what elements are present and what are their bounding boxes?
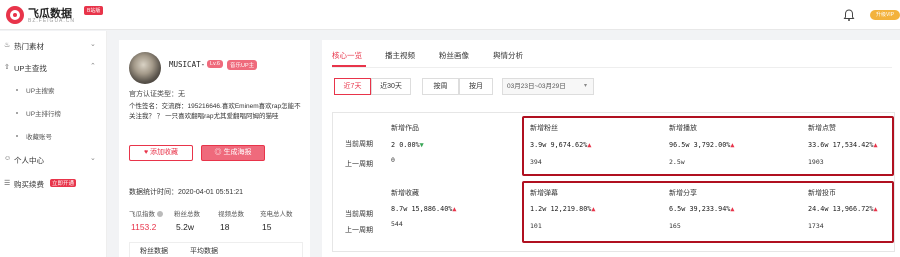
range-7days-button[interactable]: 近7天 <box>334 78 371 95</box>
bullet-icon <box>16 112 18 114</box>
profile-card: MUSICAT- Lv.6 音乐UP主 官方认证类型：无 个性签名：交流群：19… <box>119 40 310 257</box>
arrow-down-icon: ▼ <box>419 141 424 149</box>
date-range-value: 03月23日~03月29日 <box>507 83 566 90</box>
sidebar-item-hot-material[interactable]: ♨ 热门素材 ⌄ <box>0 39 107 53</box>
sidebar-item-label: 购买续费 <box>14 180 44 189</box>
tab-videos[interactable]: 播主视频 <box>385 50 415 61</box>
bell-icon[interactable] <box>842 8 856 22</box>
brand-badge: B站版 <box>84 6 104 15</box>
sidebar-subitem-up-ranking[interactable]: UP主排行榜 <box>0 107 107 119</box>
row-label-current: 当前周期 <box>345 211 373 218</box>
date-range-select[interactable]: 03月23日~03月29日 ▾ <box>502 78 594 95</box>
sidebar-subitem-label: 收藏账号 <box>26 134 52 141</box>
generate-poster-button[interactable]: ◎ 生成海报 <box>201 145 265 161</box>
bullet-icon <box>16 89 18 91</box>
profile-name: MUSICAT- <box>169 60 206 69</box>
row-label-current: 当前周期 <box>345 141 373 148</box>
stat-val-fans: 5.2w <box>176 222 194 232</box>
brand-domain: BZ.FEIGUA.CN <box>28 18 76 24</box>
fire-icon: ♨ <box>4 42 11 49</box>
stat-head-fans: 粉丝总数 <box>174 211 200 218</box>
cart-icon: ☰ <box>4 180 11 187</box>
metric-previous: 0 <box>391 156 395 164</box>
metric-current: 8.7w <box>391 205 408 213</box>
metric-change: 15,886.40% <box>411 205 453 213</box>
top-bar: 飞瓜数据 BZ.FEIGUA.CN B站版 升级VIP <box>0 0 900 30</box>
tab-average-data[interactable]: 平均数据 <box>190 246 218 256</box>
tab-fans-data[interactable]: 粉丝数据 <box>140 246 168 256</box>
stat-head-videos: 视频总数 <box>218 211 244 218</box>
user-vip-button[interactable]: 升级VIP <box>870 10 900 20</box>
sidebar-item-purchase[interactable]: ☰ 购买续费 立即开通 <box>0 177 107 191</box>
stat-head-index: 飞瓜指数 <box>129 208 163 218</box>
metric-title: 新增作品 <box>391 125 419 132</box>
sidebar-item-label: 热门素材 <box>14 42 44 51</box>
metric-title: 新增收藏 <box>391 190 419 197</box>
bullet-icon <box>16 135 18 137</box>
sidebar-item-personal-center[interactable]: ☺ 个人中心 ⌄ <box>0 153 107 167</box>
highlight-box-top <box>522 116 894 176</box>
level-badge: Lv.6 <box>207 60 223 68</box>
add-favorite-button[interactable]: ♥ 添加收藏 <box>129 145 193 161</box>
metric-previous: 544 <box>391 220 403 228</box>
tab-sentiment[interactable]: 舆情分析 <box>493 50 523 61</box>
signature: 个性签名：交流群：195216646.喜欢Eminem喜欢rap怎能不关注我？ … <box>129 103 301 120</box>
sidebar-subitem-up-search[interactable]: UP主搜索 <box>0 84 107 96</box>
sidebar-item-up-search[interactable]: ⇧ UP主查找 ⌃ <box>0 61 107 75</box>
tab-fan-profile[interactable]: 粉丝画像 <box>439 50 469 61</box>
metric-change: 0.00% <box>399 141 420 149</box>
tab-overview[interactable]: 核心一览 <box>332 50 362 61</box>
category-badge: 音乐UP主 <box>227 60 258 70</box>
stat-val-index: 1153.2 <box>131 222 157 232</box>
tab-divider <box>332 67 892 68</box>
stat-val-videos: 18 <box>220 222 230 232</box>
metric-value: 8.7w 15,886.40%▲ <box>391 205 456 213</box>
generate-poster-label: 生成海报 <box>223 149 252 156</box>
metrics-grid: 当前周期 上一周期 当前周期 上一周期 新增作品 2 0.00%▼ 0 新增粉丝… <box>332 112 895 252</box>
add-favorite-label: 添加收藏 <box>150 149 179 156</box>
chevron-down-icon: ⌄ <box>90 155 96 162</box>
stat-time: 数据统计时间：2020-04-01 05:51:21 <box>129 189 243 196</box>
person-icon: ☺ <box>4 155 12 162</box>
stat-val-chargers: 15 <box>262 222 272 232</box>
main-panel: 核心一览 播主视频 粉丝画像 舆情分析 近7天 近30天 按周 按月 03月23… <box>322 40 900 257</box>
chevron-up-icon: ⌃ <box>90 63 96 70</box>
info-icon[interactable] <box>157 211 163 218</box>
chevron-down-icon: ▾ <box>583 83 587 89</box>
metric-value: 2 0.00%▼ <box>391 141 424 149</box>
certification-type: 官方认证类型：无 <box>129 91 185 98</box>
row-label-previous: 上一周期 <box>345 161 373 168</box>
chevron-down-icon: ⌄ <box>90 41 96 48</box>
sidebar-subitem-favorites[interactable]: 收藏账号 <box>0 130 107 142</box>
sidebar-subitem-label: UP主排行榜 <box>26 111 62 118</box>
profile-bottom-tabs: 粉丝数据 平均数据 <box>129 242 303 257</box>
sidebar-item-label: 个人中心 <box>14 156 44 165</box>
highlight-box-bottom <box>522 181 894 243</box>
range-30days-button[interactable]: 近30天 <box>371 78 411 95</box>
row-label-previous: 上一周期 <box>345 227 373 234</box>
metric-current: 2 <box>391 141 396 149</box>
arrow-up-icon: ▲ <box>452 205 457 213</box>
logo-icon[interactable] <box>6 6 24 24</box>
sidebar-subitem-label: UP主搜索 <box>26 88 55 95</box>
purchase-badge: 立即开通 <box>50 179 77 187</box>
stat-head-chargers: 充电总人数 <box>260 211 293 218</box>
sidebar: ♨ 热门素材 ⌄ ⇧ UP主查找 ⌃ UP主搜索 UP主排行榜 收藏账号 ☺ 个… <box>0 31 107 257</box>
period-month-button[interactable]: 按月 <box>459 78 493 95</box>
avatar[interactable] <box>129 52 161 84</box>
up-icon: ⇧ <box>4 64 10 71</box>
period-week-button[interactable]: 按周 <box>422 78 459 95</box>
stat-head-label: 飞瓜指数 <box>129 211 155 218</box>
sidebar-item-label: UP主查找 <box>14 64 47 73</box>
